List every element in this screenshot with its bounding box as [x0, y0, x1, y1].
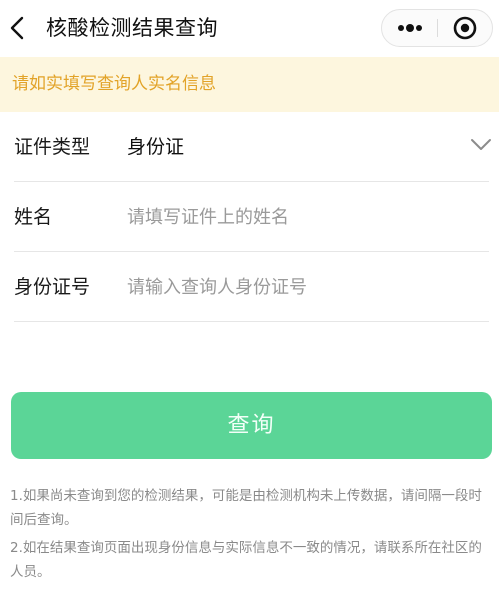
tips-section: 1.如果尚未查询到您的检测结果，可能是由检测机构未上传数据，请间隔一段时间后查询…	[10, 484, 494, 588]
target-circle-icon	[453, 16, 477, 40]
divider	[14, 321, 489, 322]
name-row: 姓名	[0, 182, 499, 252]
tip-item: 1.如果尚未查询到您的检测结果，可能是由检测机构未上传数据，请间隔一段时间后查询…	[10, 488, 482, 528]
name-label: 姓名	[14, 206, 53, 228]
more-dots-icon	[398, 24, 422, 32]
id-number-label: 身份证号	[14, 276, 91, 298]
more-button[interactable]	[382, 10, 437, 46]
notice-banner: 请如实填写查询人实名信息	[0, 57, 499, 112]
nav-bar: 核酸检测结果查询	[0, 0, 499, 57]
tip-item: 2.如在结果查询页面出现身份信息与实际信息不一致的情况，请联系所在社区的人员。	[10, 540, 482, 580]
id-type-label: 证件类型	[14, 136, 91, 158]
page-title: 核酸检测结果查询	[46, 16, 218, 40]
notice-text: 请如实填写查询人实名信息	[12, 74, 216, 94]
id-number-input[interactable]	[127, 270, 467, 304]
id-number-row: 身份证号	[0, 252, 499, 322]
chevron-left-icon	[10, 16, 24, 40]
query-button[interactable]: 查询	[11, 392, 492, 459]
mini-program-capsule	[381, 9, 493, 47]
close-mini-program-button[interactable]	[438, 10, 493, 46]
id-type-value: 身份证	[127, 136, 185, 158]
query-button-label: 查询	[227, 413, 276, 438]
id-type-select[interactable]: 证件类型 身份证	[0, 112, 499, 182]
back-button[interactable]	[6, 12, 30, 44]
chevron-down-icon	[471, 139, 491, 150]
name-input[interactable]	[127, 200, 467, 234]
